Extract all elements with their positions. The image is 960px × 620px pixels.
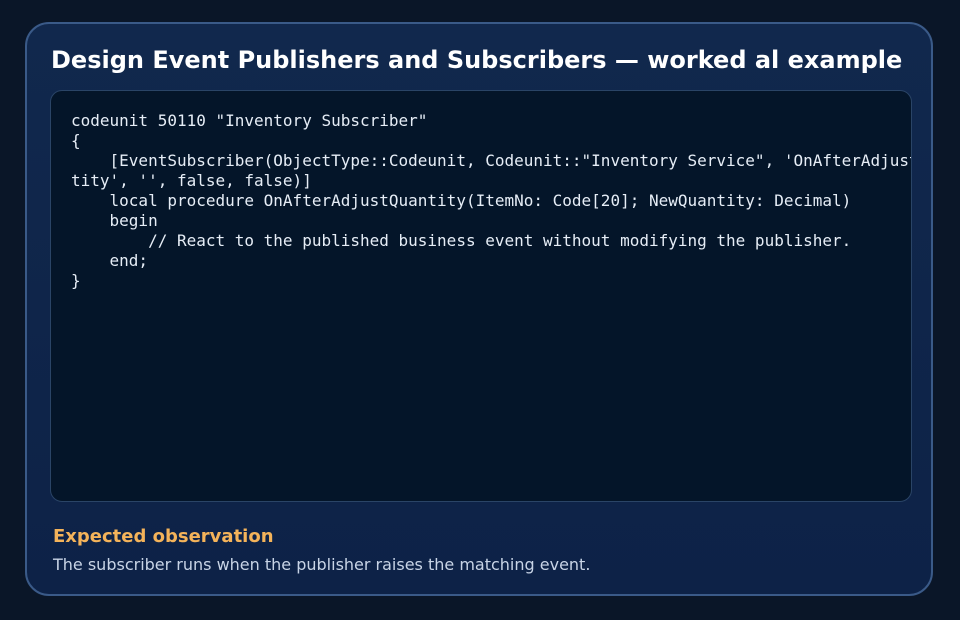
code-line: {: [71, 131, 81, 150]
observation-text: The subscriber runs when the publisher r…: [53, 555, 591, 574]
observation-heading: Expected observation: [53, 526, 274, 547]
code-block: codeunit 50110 "Inventory Subscriber" { …: [51, 91, 911, 291]
code-line: begin: [71, 211, 158, 230]
code-line: // React to the published business event…: [71, 231, 852, 250]
code-line: codeunit 50110 "Inventory Subscriber": [71, 111, 428, 130]
code-line: }: [71, 271, 81, 290]
code-line: local procedure OnAfterAdjustQuantity(It…: [71, 191, 852, 210]
code-line: [EventSubscriber(ObjectType::Codeunit, C…: [71, 151, 912, 170]
page-title: Design Event Publishers and Subscribers …: [51, 46, 903, 74]
code-panel: codeunit 50110 "Inventory Subscriber" { …: [50, 90, 912, 502]
code-line: tity', '', false, false)]: [71, 171, 312, 190]
example-card: Design Event Publishers and Subscribers …: [25, 22, 933, 596]
code-line: end;: [71, 251, 149, 270]
